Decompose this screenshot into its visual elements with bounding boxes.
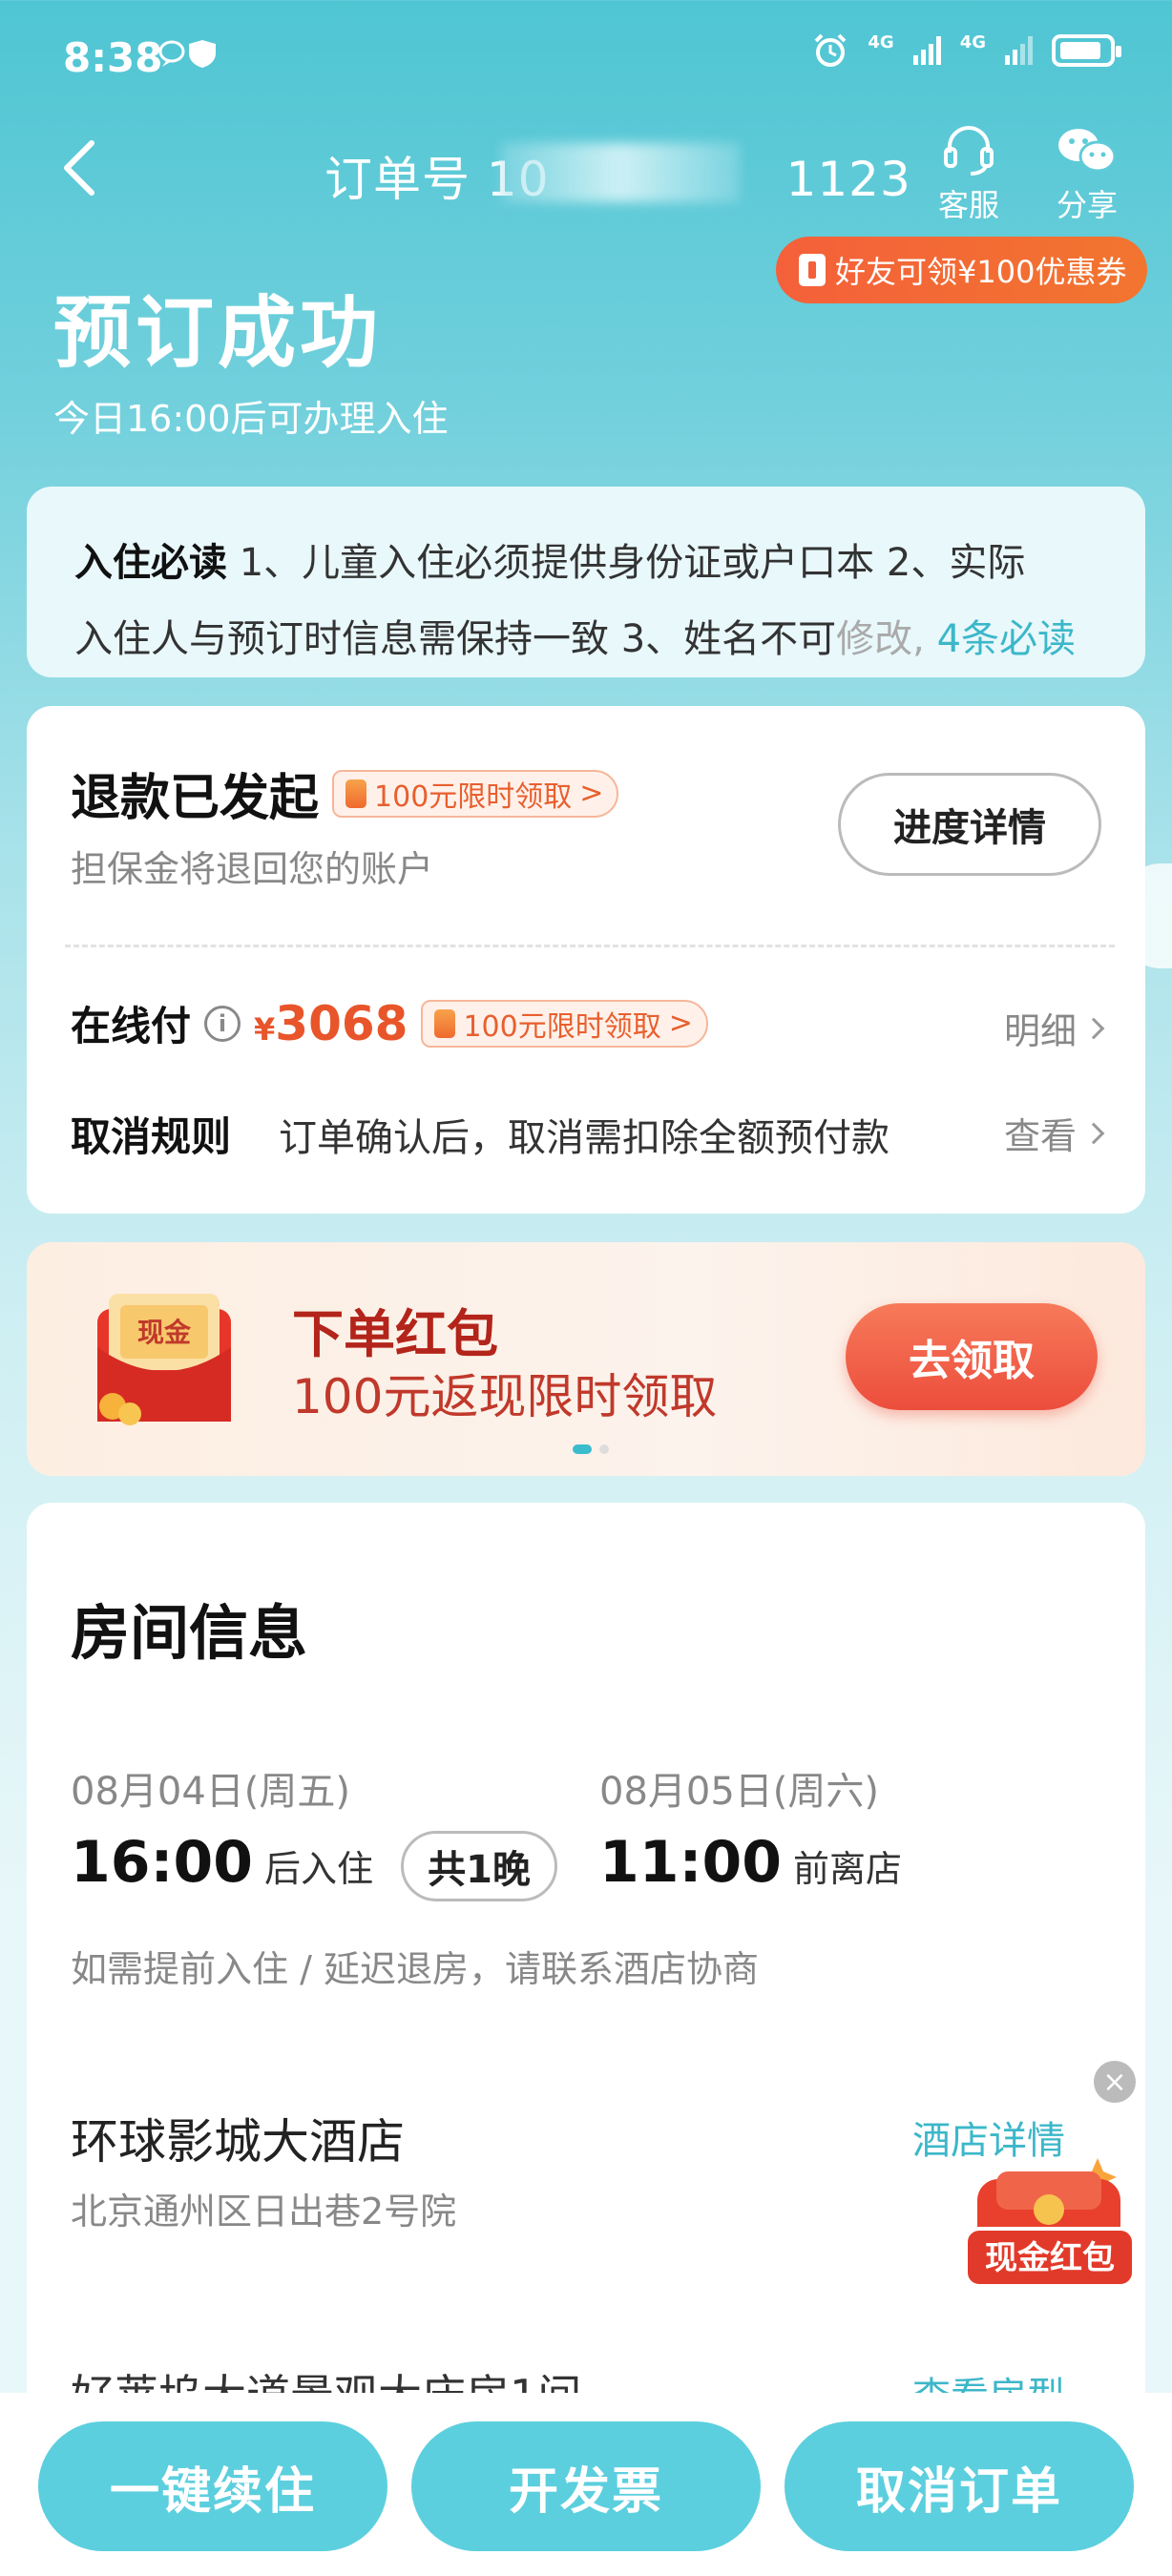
pay-detail-link[interactable]: 明细 (1003, 1002, 1105, 1054)
pay-detail-label: 明细 (1003, 1010, 1077, 1052)
online-pay-row: 在线付 i ¥3068 100元限时领取 > (71, 994, 708, 1052)
order-number-suffix: 1123 (785, 152, 911, 207)
carousel-dot (573, 1444, 592, 1454)
checkin-subtitle: 今日16:00后可办理入住 (53, 398, 449, 440)
pay-promo-tag[interactable]: 100元限时领取 > (421, 999, 708, 1048)
carousel-dot (599, 1444, 609, 1454)
pay-amount: ¥3068 (254, 996, 408, 1051)
checkin-tip: 如需提前入住 / 延迟退房，请联系酒店协商 (71, 1948, 759, 1990)
notice-more-link[interactable]: 4条必读 (925, 617, 1076, 661)
chevron-right-icon (1082, 1122, 1105, 1144)
cancel-rule-text: 订单确认后，取消需扣除全额预付款 (279, 1115, 890, 1160)
side-floating-tab[interactable] (1122, 863, 1172, 968)
refund-promo-tag[interactable]: 100元限时领取 > (332, 769, 619, 818)
pay-amount-value: 3068 (275, 995, 408, 1051)
red-envelope-icon: 现金 (97, 1294, 231, 1425)
checkin-suffix: 后入住 (264, 1848, 374, 1890)
network-label-2: 4G (959, 32, 986, 52)
float-ad-label: 现金红包 (985, 2239, 1115, 2277)
checkout-time: 11:00 (599, 1829, 782, 1896)
network-label-1: 4G (868, 32, 894, 52)
cash-red-packet-float[interactable]: 现金红包 (954, 2150, 1145, 2303)
carousel-dots (573, 1444, 609, 1454)
claim-button[interactable]: 去领取 (846, 1303, 1098, 1410)
hotel-name[interactable]: 环球影城大酒店 (71, 2104, 405, 2172)
banner-sub-num: 100 (292, 1369, 384, 1424)
pay-promo-text: 100元限时领取 (463, 1009, 661, 1044)
checkin-time: 16:00 (71, 1829, 253, 1896)
notice-heading: 入住必读 (74, 541, 227, 585)
online-pay-label: 在线付 (71, 1003, 192, 1049)
refund-promo-text: 100元限时领取 (374, 779, 573, 814)
share-label: 分享 (1056, 187, 1118, 223)
room-info-title: 房间信息 (71, 1598, 308, 1668)
checkin-date: 08月04日(周五) (71, 1770, 351, 1814)
red-packet-banner[interactable]: 现金 下单红包 100元返现限时领取 去领取 (27, 1242, 1145, 1476)
dashed-divider (65, 945, 1115, 947)
refund-card: 退款已发起 100元限时领取 > 担保金将退回您的账户 进度详情 在线付 i ¥… (27, 706, 1145, 1214)
checkout-suffix: 前离店 (793, 1848, 903, 1890)
banner-title: 下单红包 (292, 1304, 498, 1364)
alarm-icon (814, 33, 847, 67)
refund-title-row: 退款已发起 100元限时领取 > (71, 758, 619, 829)
battery-icon (1052, 34, 1121, 67)
signal-icon-2 (1005, 36, 1033, 65)
ticket-icon (799, 254, 826, 286)
checkin-time-row: 16:00 后入住 (71, 1829, 373, 1896)
envelope-text: 现金 (137, 1317, 192, 1348)
progress-detail-button[interactable]: 进度详情 (838, 773, 1101, 876)
cancel-rule-view: 查看 (1003, 1115, 1077, 1157)
nights-badge: 共1晚 (401, 1831, 557, 1901)
info-icon[interactable]: i (204, 1005, 241, 1042)
notice-text-fade: 修改, (836, 617, 925, 661)
checkin-notice-card[interactable]: 入住必读 1、儿童入住必须提供身份证或户口本 2、实际 入住人与预订时信息需保持… (27, 487, 1145, 677)
notice-text-1: 1、儿童入住必须提供身份证或户口本 2、实际 (227, 541, 1026, 585)
friend-coupon-pill[interactable]: 好友可领¥100优惠券 (776, 237, 1148, 303)
notice-text-2: 入住人与预订时信息需保持一致 3、姓名不可 (74, 617, 837, 661)
status-right: 4G 4G (812, 32, 1121, 69)
banner-sub-unit: 元返现限时领取 (383, 1369, 718, 1424)
back-arrow-icon[interactable] (57, 137, 99, 198)
invoice-button[interactable]: 开发票 (411, 2421, 761, 2551)
cancel-rule-label: 取消规则 (71, 1113, 232, 1160)
coin-icon (345, 779, 367, 808)
chevron-right-icon (1082, 1017, 1105, 1039)
headset-icon (944, 125, 994, 176)
order-number-mask (501, 143, 740, 202)
renew-stay-button[interactable]: 一键续住 (38, 2421, 387, 2551)
customer-service-label: 客服 (937, 187, 999, 223)
close-icon[interactable]: × (1094, 2061, 1136, 2103)
cancel-rule-link[interactable]: 查看 (1003, 1107, 1105, 1159)
checkout-time-row: 11:00 前离店 (599, 1829, 902, 1896)
checkout-date: 08月05日(周六) (599, 1770, 880, 1814)
pay-currency: ¥ (254, 1010, 276, 1048)
hotel-address[interactable]: 北京通州区日出巷2号院 (71, 2182, 456, 2234)
customer-service-button[interactable]: 客服 (926, 124, 1012, 225)
status-notification-icons (158, 36, 235, 79)
banner-subtitle: 100元返现限时领取 (292, 1359, 717, 1427)
refund-title: 退款已发起 (71, 770, 320, 827)
chat-and-shield-icon (158, 40, 216, 68)
cancel-order-button[interactable]: 取消订单 (785, 2421, 1134, 2551)
wechat-icon (1058, 129, 1117, 173)
coin-icon (434, 1008, 456, 1038)
promo-chevron-icon: > (579, 777, 604, 810)
share-button[interactable]: 分享 (1044, 124, 1130, 225)
promo-chevron-icon: > (668, 1007, 693, 1040)
status-time: 8:38 (63, 34, 163, 81)
signal-icon-1 (912, 36, 941, 65)
cancel-rule-row: 取消规则 订单确认后，取消需扣除全额预付款 (71, 1105, 889, 1163)
page-title: 预订成功 (53, 288, 383, 379)
refund-subtitle: 担保金将退回您的账户 (71, 848, 434, 890)
friend-coupon-text: 好友可领¥100优惠券 (835, 254, 1127, 290)
